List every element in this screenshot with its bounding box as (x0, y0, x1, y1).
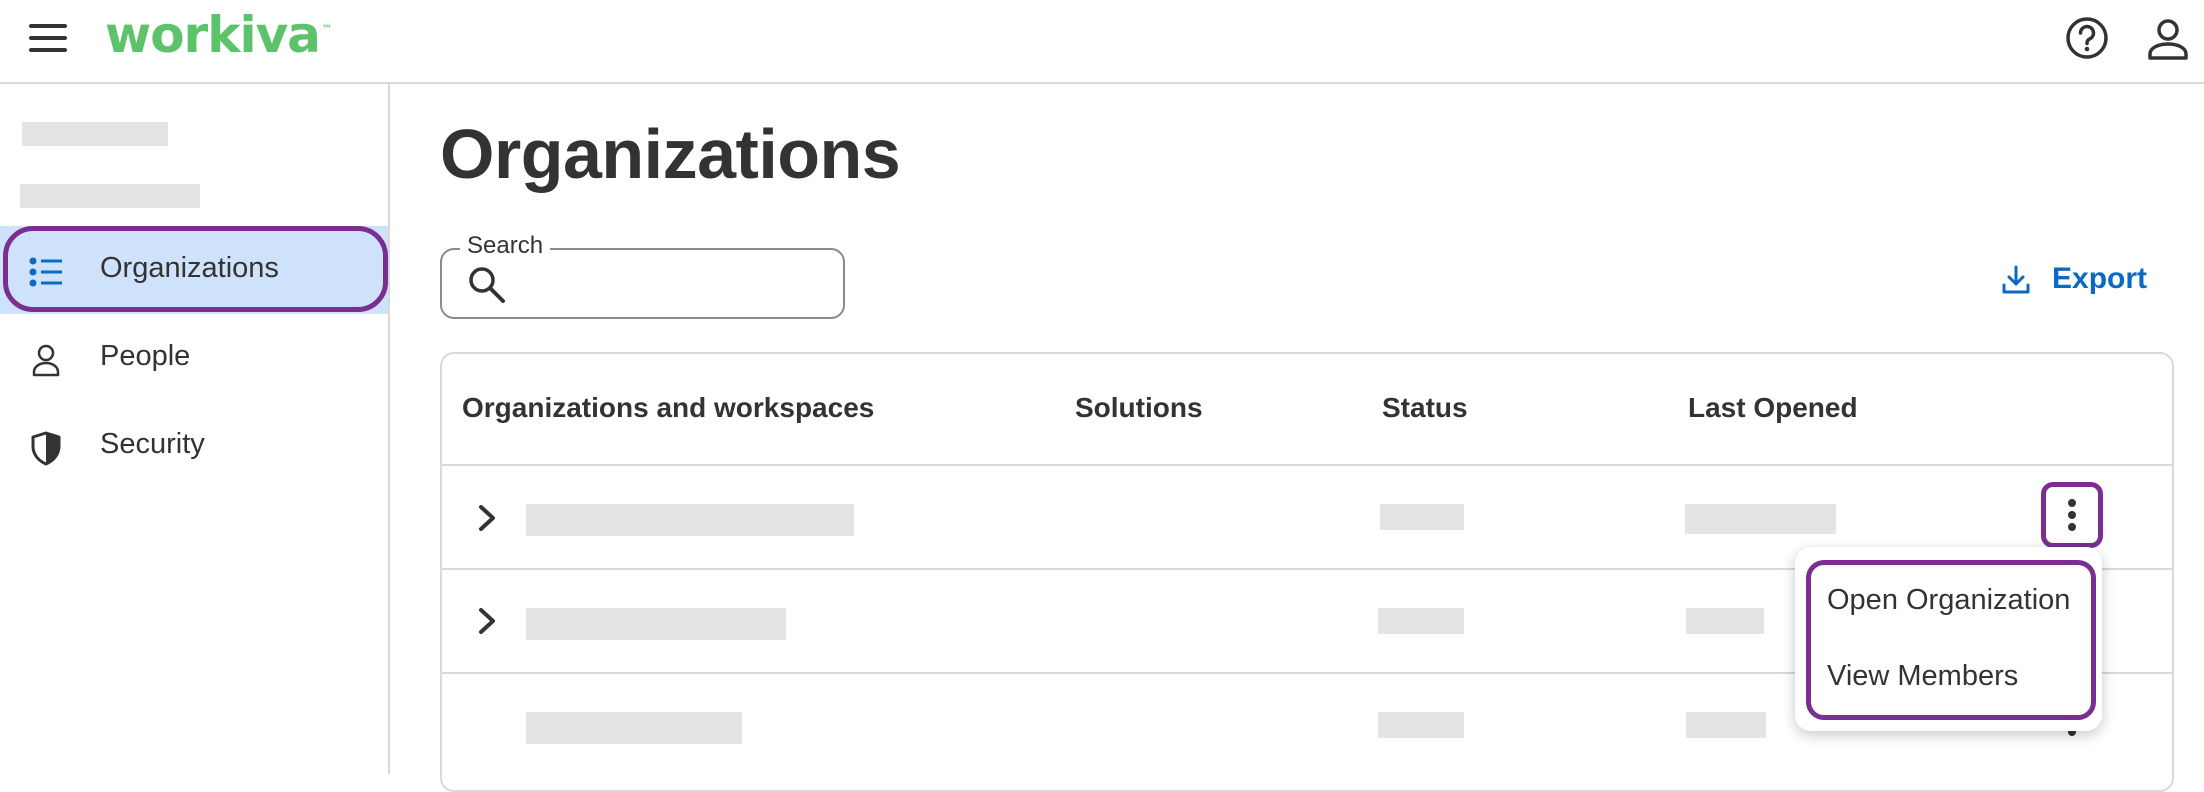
menu-item-open-organization[interactable]: Open Organization (1827, 584, 2070, 617)
search-icon (469, 267, 505, 303)
help-circle-icon[interactable] (2065, 16, 2109, 60)
skeleton-placeholder (526, 608, 786, 640)
sidebar-item-security[interactable]: Security (0, 402, 388, 490)
more-vertical-icon-dot (2068, 499, 2076, 507)
row-divider (441, 464, 2173, 466)
list-icon (29, 257, 62, 287)
top-bar: workiva ™ (0, 0, 2204, 84)
column-header-solutions[interactable]: Solutions (1075, 392, 1203, 424)
skeleton-placeholder (1378, 608, 1464, 634)
sidebar-item-people[interactable]: People (0, 314, 388, 402)
skeleton-placeholder (20, 184, 200, 208)
skeleton-placeholder (1685, 504, 1836, 534)
person-icon (32, 344, 60, 377)
more-vertical-icon-dot (2068, 511, 2076, 519)
sidebar-item-label: Security (100, 428, 205, 460)
expand-chevron-icon[interactable] (474, 503, 500, 533)
logo-text: workiva (105, 6, 321, 64)
more-vertical-icon-dot (2068, 523, 2076, 531)
sidebar: Organizations People Security (0, 84, 390, 774)
expand-chevron-icon[interactable] (474, 606, 500, 636)
search-label: Search (460, 232, 551, 260)
skeleton-placeholder (1380, 504, 1464, 530)
column-header-status[interactable]: Status (1382, 392, 1468, 424)
menu-item-view-members[interactable]: View Members (1827, 660, 2018, 693)
download-icon (2002, 265, 2030, 294)
skeleton-placeholder (1686, 712, 1766, 738)
menu-icon[interactable] (29, 22, 69, 54)
page-title: Organizations (440, 115, 901, 193)
row-actions-button[interactable] (2041, 482, 2103, 548)
skeleton-placeholder (22, 122, 168, 146)
skeleton-placeholder (1378, 712, 1464, 738)
sidebar-item-label: People (100, 340, 191, 372)
skeleton-placeholder (1686, 608, 1764, 634)
user-icon[interactable] (2145, 16, 2191, 62)
skeleton-placeholder (526, 504, 854, 536)
column-header-organizations[interactable]: Organizations and workspaces (462, 392, 874, 424)
column-header-last-opened[interactable]: Last Opened (1688, 392, 1858, 424)
sidebar-item-organizations[interactable]: Organizations (0, 226, 388, 314)
skeleton-placeholder (526, 712, 742, 744)
search-input[interactable] (520, 262, 834, 304)
workiva-logo[interactable]: workiva ™ (105, 6, 332, 64)
shield-icon (31, 431, 61, 466)
sidebar-item-label: Organizations (100, 252, 279, 284)
export-label: Export (2052, 262, 2148, 295)
